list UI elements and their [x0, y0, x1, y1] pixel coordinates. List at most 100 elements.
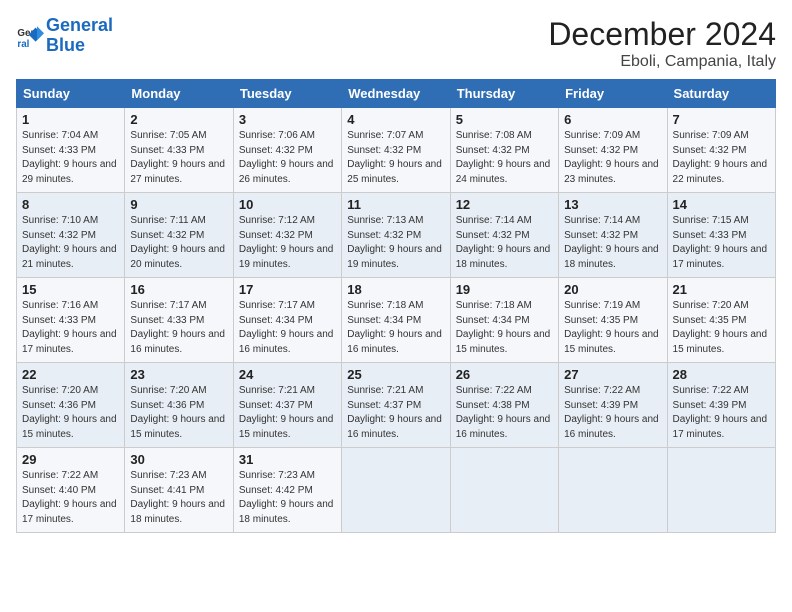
day-number: 18: [347, 282, 444, 297]
day-number: 4: [347, 112, 444, 127]
calendar-cell: 11 Sunrise: 7:13 AMSunset: 4:32 PMDayligh…: [342, 193, 450, 278]
calendar-cell: 6 Sunrise: 7:09 AMSunset: 4:32 PMDaylight…: [559, 108, 667, 193]
day-number: 23: [130, 367, 227, 382]
svg-text:ral: ral: [17, 39, 29, 50]
calendar-cell: [450, 448, 558, 533]
logo-line2: Blue: [46, 35, 85, 55]
day-info: Sunrise: 7:21 AMSunset: 4:37 PMDaylight:…: [347, 384, 444, 442]
day-info: Sunrise: 7:22 AMSunset: 4:39 PMDaylight:…: [564, 384, 661, 442]
calendar-cell: [342, 448, 450, 533]
day-number: 9: [130, 197, 227, 212]
weekday-header-friday: Friday: [559, 80, 667, 108]
day-info: Sunrise: 7:21 AMSunset: 4:37 PMDaylight:…: [239, 384, 336, 442]
day-number: 17: [239, 282, 336, 297]
day-number: 6: [564, 112, 661, 127]
calendar-cell: 3Sunrise: 7:06 AMSunset: 4:32 PMDaylight…: [233, 108, 341, 193]
weekday-header-tuesday: Tuesday: [233, 80, 341, 108]
calendar-table: SundayMondayTuesdayWednesdayThursdayFrid…: [16, 79, 776, 533]
calendar-cell: 17 Sunrise: 7:17 AMSunset: 4:34 PMDayligh…: [233, 278, 341, 363]
day-number: 30: [130, 452, 227, 467]
day-info: Sunrise: 7:08 AMSunset: 4:32 PMDaylight:…: [456, 129, 553, 187]
day-number: 12: [456, 197, 553, 212]
day-info: Sunrise: 7:17 AMSunset: 4:33 PMDaylight:…: [130, 299, 227, 357]
day-info: Sunrise: 7:22 AMSunset: 4:40 PMDaylight:…: [22, 469, 119, 527]
calendar-cell: 12 Sunrise: 7:14 AMSunset: 4:32 PMDayligh…: [450, 193, 558, 278]
calendar-week-row: 8Sunrise: 7:10 AMSunset: 4:32 PMDaylight…: [17, 193, 776, 278]
month-title: December 2024: [548, 16, 776, 53]
day-info: Sunrise: 7:22 AMSunset: 4:39 PMDaylight:…: [673, 384, 770, 442]
calendar-cell: 23 Sunrise: 7:20 AMSunset: 4:36 PMDayligh…: [125, 363, 233, 448]
calendar-cell: 21Sunrise: 7:20 AMSunset: 4:35 PMDayligh…: [667, 278, 775, 363]
day-info: Sunrise: 7:14 AMSunset: 4:32 PMDaylight:…: [564, 214, 661, 272]
page-header: Gene ral General Blue December 2024 Ebol…: [16, 16, 776, 71]
weekday-header-saturday: Saturday: [667, 80, 775, 108]
day-number: 20: [564, 282, 661, 297]
day-info: Sunrise: 7:12 AMSunset: 4:32 PMDaylight:…: [239, 214, 336, 272]
calendar-cell: 15Sunrise: 7:16 AMSunset: 4:33 PMDayligh…: [17, 278, 125, 363]
day-number: 27: [564, 367, 661, 382]
calendar-body: 1Sunrise: 7:04 AMSunset: 4:33 PMDaylight…: [17, 108, 776, 533]
day-number: 3: [239, 112, 336, 127]
calendar-cell: 7 Sunrise: 7:09 AMSunset: 4:32 PMDaylight…: [667, 108, 775, 193]
day-number: 24: [239, 367, 336, 382]
day-info: Sunrise: 7:23 AMSunset: 4:41 PMDaylight:…: [130, 469, 227, 527]
day-info: Sunrise: 7:14 AMSunset: 4:32 PMDaylight:…: [456, 214, 553, 272]
calendar-cell: 8Sunrise: 7:10 AMSunset: 4:32 PMDaylight…: [17, 193, 125, 278]
day-info: Sunrise: 7:05 AMSunset: 4:33 PMDaylight:…: [130, 129, 227, 187]
day-number: 22: [22, 367, 119, 382]
calendar-cell: 18Sunrise: 7:18 AMSunset: 4:34 PMDayligh…: [342, 278, 450, 363]
calendar-cell: 31 Sunrise: 7:23 AMSunset: 4:42 PMDayligh…: [233, 448, 341, 533]
calendar-cell: 2 Sunrise: 7:05 AMSunset: 4:33 PMDaylight…: [125, 108, 233, 193]
calendar-cell: 14Sunrise: 7:15 AMSunset: 4:33 PMDayligh…: [667, 193, 775, 278]
day-number: 14: [673, 197, 770, 212]
calendar-cell: 28 Sunrise: 7:22 AMSunset: 4:39 PMDayligh…: [667, 363, 775, 448]
day-number: 28: [673, 367, 770, 382]
day-info: Sunrise: 7:07 AMSunset: 4:32 PMDaylight:…: [347, 129, 444, 187]
day-number: 29: [22, 452, 119, 467]
calendar-week-row: 15Sunrise: 7:16 AMSunset: 4:33 PMDayligh…: [17, 278, 776, 363]
location: Eboli, Campania, Italy: [548, 53, 776, 71]
day-number: 5: [456, 112, 553, 127]
day-info: Sunrise: 7:20 AMSunset: 4:35 PMDaylight:…: [673, 299, 770, 357]
calendar-cell: 1Sunrise: 7:04 AMSunset: 4:33 PMDaylight…: [17, 108, 125, 193]
day-info: Sunrise: 7:04 AMSunset: 4:33 PMDaylight:…: [22, 129, 119, 187]
day-number: 7: [673, 112, 770, 127]
calendar-cell: [667, 448, 775, 533]
day-info: Sunrise: 7:18 AMSunset: 4:34 PMDaylight:…: [456, 299, 553, 357]
day-info: Sunrise: 7:20 AMSunset: 4:36 PMDaylight:…: [22, 384, 119, 442]
calendar-cell: 5 Sunrise: 7:08 AMSunset: 4:32 PMDaylight…: [450, 108, 558, 193]
calendar-cell: 10 Sunrise: 7:12 AMSunset: 4:32 PMDayligh…: [233, 193, 341, 278]
day-number: 15: [22, 282, 119, 297]
day-info: Sunrise: 7:09 AMSunset: 4:32 PMDaylight:…: [564, 129, 661, 187]
title-block: December 2024 Eboli, Campania, Italy: [548, 16, 776, 71]
calendar-cell: 13 Sunrise: 7:14 AMSunset: 4:32 PMDayligh…: [559, 193, 667, 278]
day-number: 31: [239, 452, 336, 467]
day-info: Sunrise: 7:09 AMSunset: 4:32 PMDaylight:…: [673, 129, 770, 187]
calendar-week-row: 1Sunrise: 7:04 AMSunset: 4:33 PMDaylight…: [17, 108, 776, 193]
day-info: Sunrise: 7:20 AMSunset: 4:36 PMDaylight:…: [130, 384, 227, 442]
calendar-cell: 30 Sunrise: 7:23 AMSunset: 4:41 PMDayligh…: [125, 448, 233, 533]
calendar-cell: 9 Sunrise: 7:11 AMSunset: 4:32 PMDaylight…: [125, 193, 233, 278]
day-number: 10: [239, 197, 336, 212]
day-number: 13: [564, 197, 661, 212]
weekday-header-monday: Monday: [125, 80, 233, 108]
weekday-header-sunday: Sunday: [17, 80, 125, 108]
day-number: 19: [456, 282, 553, 297]
calendar-cell: 19 Sunrise: 7:18 AMSunset: 4:34 PMDayligh…: [450, 278, 558, 363]
calendar-week-row: 29 Sunrise: 7:22 AMSunset: 4:40 PMDayligh…: [17, 448, 776, 533]
calendar-cell: 22 Sunrise: 7:20 AMSunset: 4:36 PMDayligh…: [17, 363, 125, 448]
day-number: 2: [130, 112, 227, 127]
day-info: Sunrise: 7:17 AMSunset: 4:34 PMDaylight:…: [239, 299, 336, 357]
day-info: Sunrise: 7:23 AMSunset: 4:42 PMDaylight:…: [239, 469, 336, 527]
calendar-header-row: SundayMondayTuesdayWednesdayThursdayFrid…: [17, 80, 776, 108]
day-info: Sunrise: 7:11 AMSunset: 4:32 PMDaylight:…: [130, 214, 227, 272]
day-number: 11: [347, 197, 444, 212]
day-number: 8: [22, 197, 119, 212]
calendar-cell: 25Sunrise: 7:21 AMSunset: 4:37 PMDayligh…: [342, 363, 450, 448]
calendar-cell: 24 Sunrise: 7:21 AMSunset: 4:37 PMDayligh…: [233, 363, 341, 448]
calendar-week-row: 22 Sunrise: 7:20 AMSunset: 4:36 PMDayligh…: [17, 363, 776, 448]
weekday-header-wednesday: Wednesday: [342, 80, 450, 108]
day-info: Sunrise: 7:13 AMSunset: 4:32 PMDaylight:…: [347, 214, 444, 272]
calendar-cell: [559, 448, 667, 533]
day-info: Sunrise: 7:19 AMSunset: 4:35 PMDaylight:…: [564, 299, 661, 357]
